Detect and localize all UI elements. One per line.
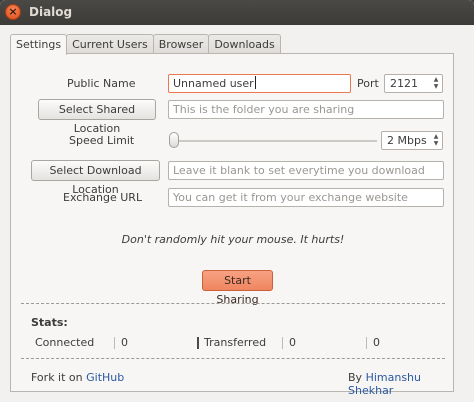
hint-text: Don't randomly hit your mouse. It hurts! [121, 233, 345, 246]
author-credit: By Himanshu Shekhar [348, 371, 453, 397]
port-value: 2121 [390, 77, 418, 90]
footer-divider [21, 358, 445, 359]
public-name-value: Unnamed user [173, 77, 254, 90]
separator [197, 337, 199, 349]
select-download-location-button[interactable]: Select Download Location [31, 160, 160, 196]
speed-spinbox[interactable]: 2 Mbps ▲ ▼ [381, 131, 443, 150]
connected-label: Connected [35, 336, 95, 349]
settings-panel: Public Name Unnamed user Port 2121 ▲ ▼ Se… [10, 53, 454, 397]
transferred-label: Transferred [204, 336, 267, 349]
exchange-url-label: Exchange URL [63, 191, 143, 204]
stats-title: Stats: [31, 316, 68, 329]
download-location-input[interactable]: Leave it blank to set everytime you down… [168, 161, 444, 180]
spin-arrows-icon[interactable]: ▲ ▼ [432, 133, 440, 148]
speed-slider-track[interactable] [171, 140, 377, 142]
start-sharing-button[interactable]: Start Sharing [202, 270, 273, 306]
speed-slider-handle[interactable] [169, 132, 179, 148]
public-name-input[interactable]: Unnamed user [168, 74, 351, 93]
shared-location-input[interactable]: This is the folder you are sharing [168, 100, 444, 119]
separator [114, 337, 115, 349]
separator [366, 337, 367, 349]
tab-downloads[interactable]: Downloads [208, 34, 281, 54]
port-label: Port [357, 77, 379, 90]
close-icon[interactable]: × [5, 4, 21, 20]
fork-text: Fork it on [31, 371, 83, 384]
speed-value: 2 Mbps [387, 134, 427, 147]
exchange-url-input[interactable]: You can get it from your exchange websit… [168, 188, 444, 207]
speed-limit-label: Speed Limit [69, 134, 135, 147]
tab-current-users[interactable]: Current Users [66, 34, 154, 54]
connected-value: 0 [121, 336, 128, 349]
separator [282, 337, 283, 349]
tab-browser[interactable]: Browser [152, 34, 210, 54]
transferred-value: 0 [289, 336, 296, 349]
text-caret [254, 76, 256, 89]
stats-divider [21, 303, 445, 304]
fork-credit: Fork it on GitHub [31, 371, 124, 384]
github-link[interactable]: GitHub [86, 371, 124, 384]
tab-bar: Settings Current Users Browser Downloads [10, 34, 281, 55]
title-bar: × Dialog [0, 0, 474, 25]
dialog-window: × Dialog Settings Current Users Browser … [0, 0, 474, 402]
by-text: By [348, 371, 363, 384]
window-title: Dialog [29, 5, 73, 19]
public-name-label: Public Name [67, 77, 136, 90]
tab-settings[interactable]: Settings [10, 34, 68, 55]
select-shared-location-button[interactable]: Select Shared Location [38, 99, 156, 135]
spin-arrows-icon[interactable]: ▲ ▼ [432, 76, 440, 91]
extra-stat-value: 0 [373, 336, 380, 349]
port-spinbox[interactable]: 2121 ▲ ▼ [384, 74, 443, 93]
